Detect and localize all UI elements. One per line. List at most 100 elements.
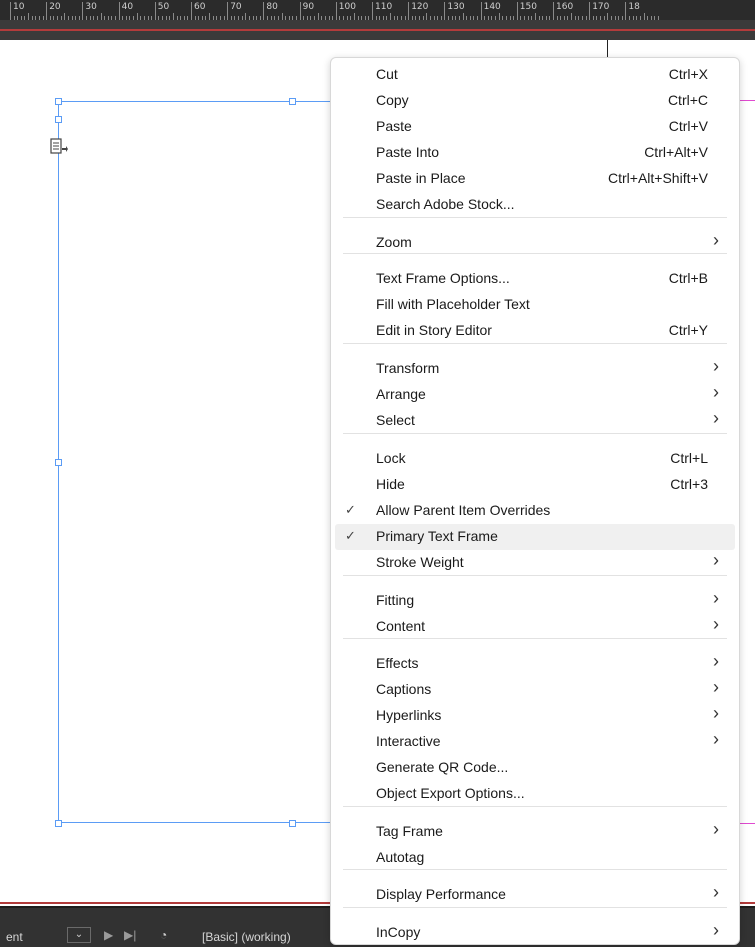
menu-item-label: Hide — [376, 476, 405, 492]
menu-item-interactive[interactable]: Interactive › — [335, 729, 735, 755]
menu-item-generate-qr-code[interactable]: Generate QR Code... — [335, 755, 735, 781]
ruler-minor-tick — [643, 13, 645, 20]
menu-item-label: Tag Frame — [376, 823, 443, 839]
preflight-icon[interactable]: ◔ — [160, 928, 167, 942]
ruler-major-tick — [408, 2, 410, 20]
ruler-major-tick — [263, 2, 265, 20]
menu-item-fitting[interactable]: Fitting › — [335, 588, 735, 614]
menu-item-cut[interactable]: Cut Ctrl+X — [335, 62, 735, 88]
menu-item-paste[interactable]: Paste Ctrl+V — [335, 114, 735, 140]
menu-item-label: Search Adobe Stock... — [376, 196, 515, 212]
primary-text-frame-icon — [50, 138, 68, 154]
ruler-tick-label: 140 — [483, 2, 501, 12]
ruler-major-tick — [10, 2, 11, 20]
menu-item-tag-frame[interactable]: Tag Frame › — [335, 819, 735, 845]
ruler-major-tick — [444, 2, 446, 20]
ruler-tick-label: 90 — [302, 2, 315, 12]
ruler-tick-label: 10 — [13, 2, 25, 12]
menu-item-label: Select — [376, 412, 415, 428]
ruler-tick-label: 100 — [338, 2, 356, 12]
next-page-icon[interactable]: ▶ — [104, 928, 113, 942]
menu-item-autotag[interactable]: Autotag — [335, 845, 735, 871]
menu-item-label: Paste in Place — [376, 170, 466, 186]
submenu-chevron-icon: › — [713, 408, 719, 428]
menu-item-object-export-options[interactable]: Object Export Options... — [335, 781, 735, 807]
ruler-tick-label: 18 — [628, 2, 640, 12]
ruler-minor-tick — [100, 13, 102, 20]
ruler-tick-label: 110 — [375, 2, 393, 12]
submenu-chevron-icon: › — [713, 920, 719, 940]
ruler-tick-label: 40 — [121, 2, 134, 12]
submenu-chevron-icon: › — [713, 703, 719, 723]
ruler-minor-tick — [317, 13, 319, 20]
menu-item-copy[interactable]: Copy Ctrl+C — [335, 88, 735, 114]
menu-item-hyperlinks[interactable]: Hyperlinks › — [335, 703, 735, 729]
submenu-chevron-icon: › — [713, 614, 719, 634]
menu-item-label: Primary Text Frame — [376, 528, 498, 544]
menu-item-transform[interactable]: Transform › — [335, 356, 735, 382]
frame-handle-bottom-center[interactable] — [289, 820, 296, 827]
ruler-minor-tick — [426, 13, 428, 20]
ruler-major-tick — [589, 2, 591, 20]
column-guide-line — [607, 40, 608, 58]
menu-item-label: Fitting — [376, 592, 415, 608]
ruler-major-tick — [372, 2, 373, 20]
menu-item-label: Display Performance — [376, 886, 506, 902]
menu-item-text-frame-options[interactable]: Text Frame Options... Ctrl+B — [335, 266, 735, 292]
ruler-minor-tick — [571, 13, 573, 20]
menu-item-stroke-weight[interactable]: Stroke Weight › — [335, 550, 735, 576]
last-page-icon[interactable]: ▶| — [124, 928, 136, 942]
ruler-major-tick — [118, 2, 120, 20]
frame-handle-top-left[interactable] — [55, 98, 62, 105]
menu-item-edit-in-story-editor[interactable]: Edit in Story Editor Ctrl+Y — [335, 318, 735, 344]
menu-item-paste-into[interactable]: Paste Into Ctrl+Alt+V — [335, 140, 735, 166]
menu-item-label: Text Frame Options... — [376, 270, 510, 286]
frame-in-port[interactable] — [55, 116, 62, 123]
menu-item-incopy[interactable]: InCopy › — [335, 920, 735, 946]
ruler-minor-tick — [462, 13, 464, 20]
preflight-profile-label[interactable]: [Basic] (working) — [202, 930, 291, 944]
menu-item-allow-parent-item-overrides[interactable]: ✓ Allow Parent Item Overrides — [335, 498, 735, 524]
menu-item-arrange[interactable]: Arrange › — [335, 382, 735, 408]
ruler-tick-label: 130 — [447, 2, 465, 12]
menu-item-effects[interactable]: Effects › — [335, 651, 735, 677]
menu-item-select[interactable]: Select › — [335, 408, 735, 434]
ruler-major-tick — [516, 2, 518, 20]
frame-handle-bottom-left[interactable] — [55, 820, 62, 827]
primary-text-frame[interactable] — [58, 101, 358, 823]
ruler-major-tick — [553, 2, 554, 20]
ruler-minor-tick — [534, 13, 536, 20]
ruler-minor-tick — [607, 13, 609, 20]
menu-item-content[interactable]: Content › — [335, 614, 735, 640]
submenu-chevron-icon: › — [713, 819, 719, 839]
submenu-chevron-icon: › — [713, 356, 719, 376]
ruler-major-tick — [335, 2, 337, 20]
frame-handle-top-center[interactable] — [289, 98, 296, 105]
menu-item-hide[interactable]: Hide Ctrl+3 — [335, 472, 735, 498]
menu-item-display-performance[interactable]: Display Performance › — [335, 882, 735, 908]
ruler-minor-tick — [281, 13, 283, 20]
frame-handle-middle-left[interactable] — [55, 459, 62, 466]
page-dropdown-button[interactable]: ⌄ — [67, 927, 91, 943]
menu-item-label: Zoom — [376, 234, 412, 250]
ruler-tick-label: 150 — [519, 2, 537, 12]
page-field[interactable]: ent — [6, 930, 23, 944]
menu-item-captions[interactable]: Captions › — [335, 677, 735, 703]
menu-item-lock[interactable]: Lock Ctrl+L — [335, 446, 735, 472]
menu-item-fill-with-placeholder-text[interactable]: Fill with Placeholder Text — [335, 292, 735, 318]
menu-item-paste-in-place[interactable]: Paste in Place Ctrl+Alt+Shift+V — [335, 166, 735, 192]
menu-item-label: Paste Into — [376, 144, 440, 160]
menu-item-label: Content — [376, 618, 426, 634]
checkmark-icon: ✓ — [345, 502, 356, 517]
menu-item-shortcut: Ctrl+L — [670, 450, 708, 466]
menu-item-shortcut: Ctrl+Y — [668, 322, 708, 338]
ruler-tick-label: 20 — [49, 2, 61, 12]
menu-item-search-adobe-stock[interactable]: Search Adobe Stock... — [335, 192, 735, 218]
ruler-tick-label: 60 — [194, 2, 206, 12]
menu-item-zoom[interactable]: Zoom › — [335, 230, 735, 256]
horizontal-ruler[interactable]: 10 20 30 40 50 60 70 80 90 100 110 120 130 140 150 160 1… — [0, 0, 755, 21]
ruler-major-tick — [227, 2, 229, 20]
ruler-minor-tick — [209, 13, 211, 20]
menu-item-primary-text-frame[interactable]: ✓ Primary Text Frame — [335, 524, 735, 550]
menu-item-shortcut: Ctrl+Alt+V — [644, 144, 708, 160]
